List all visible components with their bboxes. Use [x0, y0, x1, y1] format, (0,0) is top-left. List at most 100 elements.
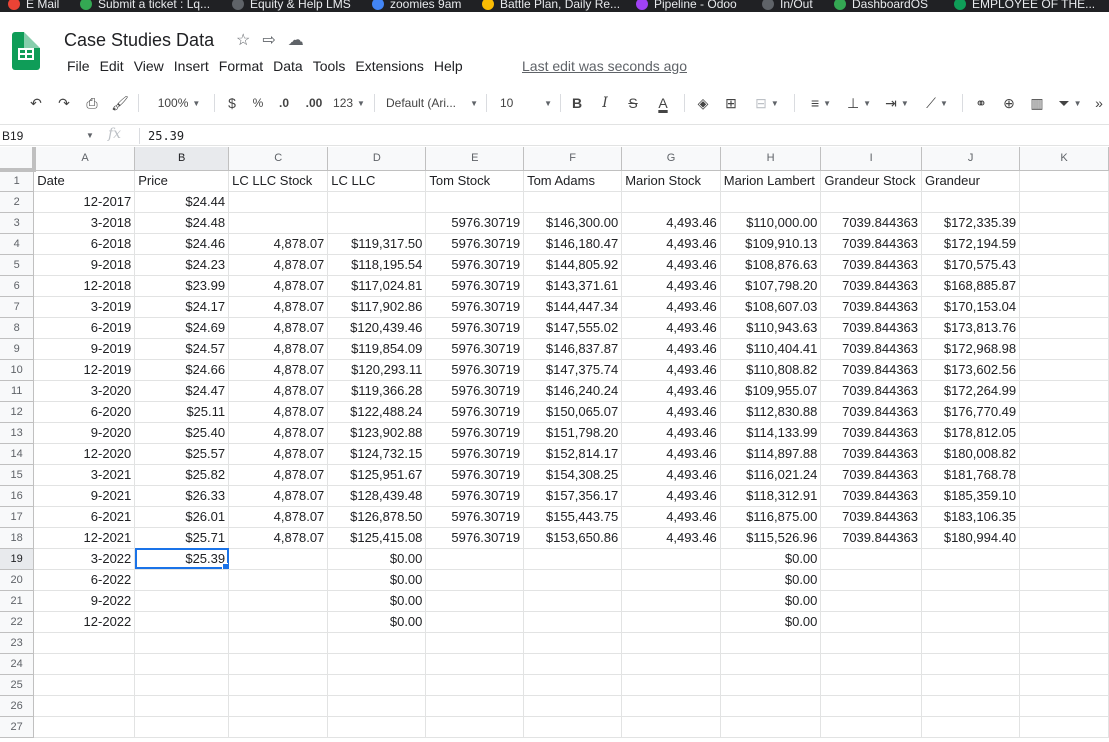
cell-b18[interactable]: $25.71: [134, 527, 230, 549]
cell-i4[interactable]: 7039.844363: [820, 233, 923, 255]
cell-d4[interactable]: $119,317.50: [327, 233, 427, 255]
cell-f25[interactable]: [523, 674, 623, 696]
cell-c24[interactable]: [228, 653, 329, 675]
cell-k22[interactable]: [1019, 611, 1109, 633]
cell-a8[interactable]: 6-2019: [33, 317, 136, 339]
cell-i22[interactable]: [820, 611, 923, 633]
row-header[interactable]: 3: [0, 212, 35, 234]
cell-h9[interactable]: $110,404.41: [720, 338, 822, 360]
column-header-f[interactable]: F: [523, 147, 623, 171]
cell-g17[interactable]: 4,493.46: [621, 506, 721, 528]
cell-i14[interactable]: 7039.844363: [820, 443, 923, 465]
decrease-decimal-button[interactable]: .0: [274, 94, 294, 112]
row-header[interactable]: 13: [0, 422, 35, 444]
cell-d14[interactable]: $124,732.15: [327, 443, 427, 465]
menu-insert[interactable]: Insert: [169, 58, 214, 74]
cell-f20[interactable]: [523, 569, 623, 591]
cell-i24[interactable]: [820, 653, 923, 675]
cell-e13[interactable]: 5976.30719: [425, 422, 525, 444]
cell-b7[interactable]: $24.17: [134, 296, 230, 318]
cell-j20[interactable]: [921, 569, 1021, 591]
text-color-button[interactable]: A: [652, 94, 674, 112]
cell-g27[interactable]: [621, 716, 721, 738]
row-header[interactable]: 21: [0, 590, 35, 612]
cell-h6[interactable]: $107,798.20: [720, 275, 822, 297]
cell-h7[interactable]: $108,607.03: [720, 296, 822, 318]
cell-b20[interactable]: [134, 569, 230, 591]
row-header[interactable]: 8: [0, 317, 35, 339]
cell-e27[interactable]: [425, 716, 525, 738]
row-header[interactable]: 1: [0, 170, 35, 192]
cell-b1[interactable]: Price: [134, 170, 230, 192]
cell-g24[interactable]: [621, 653, 721, 675]
cell-b17[interactable]: $26.01: [134, 506, 230, 528]
row-header[interactable]: 17: [0, 506, 35, 528]
row-header[interactable]: 15: [0, 464, 35, 486]
borders-icon[interactable]: ⊞: [722, 94, 740, 112]
cell-i27[interactable]: [820, 716, 923, 738]
cell-g8[interactable]: 4,493.46: [621, 317, 721, 339]
redo-icon[interactable]: ↷: [54, 94, 74, 112]
cell-f7[interactable]: $144,447.34: [523, 296, 623, 318]
cell-i9[interactable]: 7039.844363: [820, 338, 923, 360]
document-title[interactable]: Case Studies Data: [64, 30, 214, 51]
cell-k27[interactable]: [1019, 716, 1109, 738]
bookmark-item[interactable]: zoomies 9am: [372, 0, 461, 12]
cell-h25[interactable]: [720, 674, 822, 696]
cell-h21[interactable]: $0.00: [720, 590, 822, 612]
cell-k3[interactable]: [1019, 212, 1109, 234]
cell-j10[interactable]: $173,602.56: [921, 359, 1021, 381]
menu-tools[interactable]: Tools: [308, 58, 351, 74]
cell-b15[interactable]: $25.82: [134, 464, 230, 486]
cell-e9[interactable]: 5976.30719: [425, 338, 525, 360]
bookmark-item[interactable]: E Mail: [8, 0, 59, 12]
cell-g19[interactable]: [621, 548, 721, 570]
cell-e10[interactable]: 5976.30719: [425, 359, 525, 381]
cell-f3[interactable]: $146,300.00: [523, 212, 623, 234]
cell-b12[interactable]: $25.11: [134, 401, 230, 423]
cell-b9[interactable]: $24.57: [134, 338, 230, 360]
cell-g21[interactable]: [621, 590, 721, 612]
cell-k10[interactable]: [1019, 359, 1109, 381]
cell-j22[interactable]: [921, 611, 1021, 633]
cell-g4[interactable]: 4,493.46: [621, 233, 721, 255]
paint-format-icon[interactable]: 🖌: [110, 94, 130, 112]
cell-h11[interactable]: $109,955.07: [720, 380, 822, 402]
cell-k18[interactable]: [1019, 527, 1109, 549]
cell-f8[interactable]: $147,555.02: [523, 317, 623, 339]
undo-icon[interactable]: ↶: [26, 94, 46, 112]
cell-j14[interactable]: $180,008.82: [921, 443, 1021, 465]
cell-k26[interactable]: [1019, 695, 1109, 717]
cell-a7[interactable]: 3-2019: [33, 296, 136, 318]
cell-g26[interactable]: [621, 695, 721, 717]
cell-d21[interactable]: $0.00: [327, 590, 427, 612]
cell-e12[interactable]: 5976.30719: [425, 401, 525, 423]
cell-d10[interactable]: $120,293.11: [327, 359, 427, 381]
cell-a25[interactable]: [33, 674, 136, 696]
cell-b14[interactable]: $25.57: [134, 443, 230, 465]
cell-k13[interactable]: [1019, 422, 1109, 444]
cell-h16[interactable]: $118,312.91: [720, 485, 822, 507]
row-header[interactable]: 6: [0, 275, 35, 297]
cell-f15[interactable]: $154,308.25: [523, 464, 623, 486]
currency-format-button[interactable]: $: [224, 94, 240, 112]
cell-g9[interactable]: 4,493.46: [621, 338, 721, 360]
cell-f4[interactable]: $146,180.47: [523, 233, 623, 255]
cell-j18[interactable]: $180,994.40: [921, 527, 1021, 549]
cell-d17[interactable]: $126,878.50: [327, 506, 427, 528]
cell-h15[interactable]: $116,021.24: [720, 464, 822, 486]
cell-a21[interactable]: 9-2022: [33, 590, 136, 612]
cell-d11[interactable]: $119,366.28: [327, 380, 427, 402]
bookmark-item[interactable]: Submit a ticket : Lq...: [80, 0, 210, 12]
cell-i25[interactable]: [820, 674, 923, 696]
column-header-i[interactable]: I: [820, 147, 923, 171]
cell-g11[interactable]: 4,493.46: [621, 380, 721, 402]
increase-decimal-button[interactable]: .00: [302, 94, 326, 112]
insert-comment-icon[interactable]: ⊕: [1000, 94, 1018, 112]
cell-h2[interactable]: [720, 191, 822, 213]
cell-a6[interactable]: 12-2018: [33, 275, 136, 297]
cell-j3[interactable]: $172,335.39: [921, 212, 1021, 234]
cell-d23[interactable]: [327, 632, 427, 654]
cell-d20[interactable]: $0.00: [327, 569, 427, 591]
cell-c10[interactable]: 4,878.07: [228, 359, 329, 381]
